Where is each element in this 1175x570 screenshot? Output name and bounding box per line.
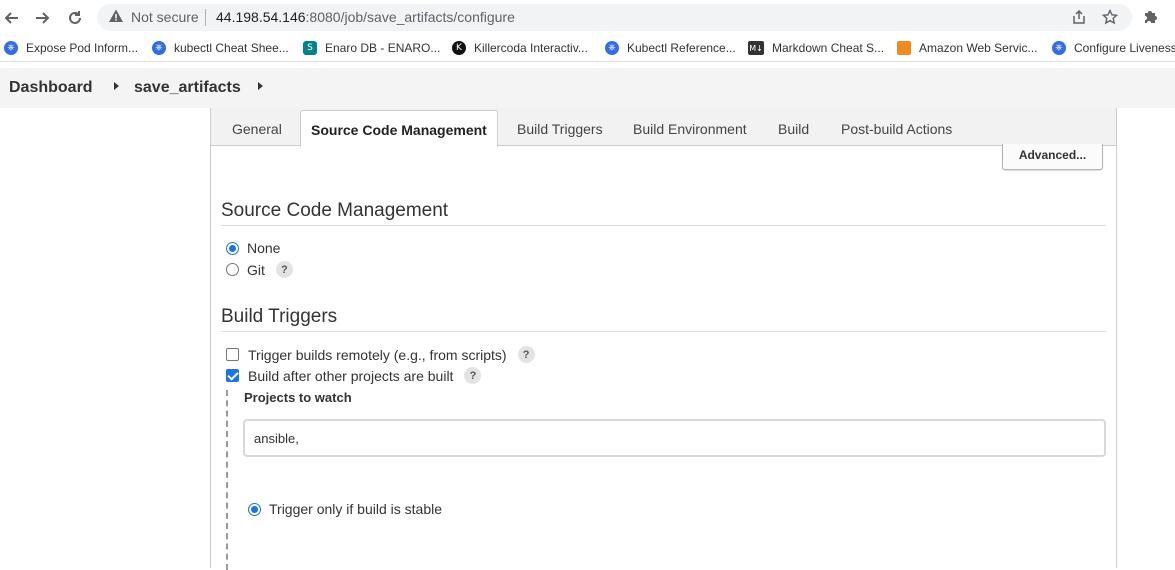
tab-post-build-actions[interactable]: Post-build Actions [841,121,952,137]
checkbox-unchecked[interactable] [226,348,239,361]
browser-toolbar: Not secure 44.198.54.146:8080/job/save_a… [0,0,1175,35]
share-icon[interactable] [1070,8,1088,26]
radio-selected[interactable] [226,241,239,255]
checkbox-label: Build after other projects are built [248,367,454,384]
advanced-button[interactable]: Advanced... [1002,144,1103,170]
tab-build-environment[interactable]: Build Environment [633,121,747,137]
bookmark-item[interactable]: ⎈ Kubectl Reference... [605,41,736,55]
bookmark-item[interactable]: K Killercoda Interactiv... [452,41,588,55]
scm-option-none[interactable]: None [226,240,280,256]
section-divider [221,331,1106,332]
help-icon[interactable]: ? [517,346,535,363]
radio-label: None [247,240,281,256]
scm-section-title: Source Code Management [221,200,449,221]
kubernetes-icon: ⎈ [4,41,18,55]
trigger-stable-option[interactable]: Trigger only if build is stable [248,501,442,517]
chevron-right-icon[interactable] [258,82,263,90]
nested-options-indicator [226,390,228,570]
config-panel: General Source Code Management Build Tri… [210,108,1117,570]
omnibox-divider [205,9,206,26]
killercoda-icon: K [452,41,466,55]
bookmark-item[interactable]: ⎈ Configure Liveness... [1052,41,1175,55]
bookmark-item[interactable]: M↓ Markdown Cheat S... [748,41,884,55]
checkbox-checked[interactable] [226,369,239,382]
url-host: 44.198.54.146 [216,9,306,25]
sharepoint-icon: S [303,41,317,55]
bookmark-label: Enaro DB - ENARO... [325,41,441,55]
kubernetes-icon: ⎈ [152,41,166,55]
trigger-remote-option[interactable]: Trigger builds remotely (e.g., from scri… [226,346,535,363]
star-icon[interactable] [1101,8,1119,26]
tab-build-triggers[interactable]: Build Triggers [517,121,603,137]
bookmark-item[interactable]: ⎈ Expose Pod Inform... [4,41,138,55]
back-arrow-icon[interactable] [0,6,24,30]
markdown-icon: M↓ [748,41,764,55]
breadcrumb: Dashboard save_artifacts [0,68,1175,108]
breadcrumb-dashboard[interactable]: Dashboard [9,79,93,97]
help-icon[interactable]: ? [464,367,482,384]
tab-source-code-management[interactable]: Source Code Management [300,110,498,147]
bookmark-label: Kubectl Reference... [627,41,736,55]
bookmark-label: Killercoda Interactiv... [474,41,588,55]
radio-selected[interactable] [248,502,261,516]
bookmark-item[interactable]: Amazon Web Servic... [897,41,1038,55]
url-text[interactable]: 44.198.54.146:8080/job/save_artifacts/co… [216,9,515,25]
projects-to-watch-input[interactable] [243,419,1106,457]
aws-icon [897,41,911,55]
checkbox-label: Trigger builds remotely (e.g., from scri… [248,346,507,363]
extensions-icon[interactable] [1141,8,1159,26]
bookmark-item[interactable]: ⎈ kubectl Cheat Shee... [152,41,289,55]
bookmark-label: Expose Pod Inform... [26,41,139,55]
warning-icon [109,9,123,22]
bookmark-label: Configure Liveness... [1074,41,1175,55]
section-divider [221,225,1106,226]
tab-general[interactable]: General [232,121,282,137]
bookmark-label: Markdown Cheat S... [772,41,885,55]
bookmark-item[interactable]: S Enaro DB - ENARO... [303,41,440,55]
config-tabs: General Source Code Management Build Tri… [211,108,1116,147]
projects-to-watch-label: Projects to watch [244,390,352,405]
build-after-other-option[interactable]: Build after other projects are built ? [226,367,482,384]
chevron-right-icon[interactable] [114,82,119,90]
reload-icon[interactable] [63,6,87,30]
scm-option-git[interactable]: Git ? [226,261,293,278]
bookmarks-bar: ⎈ Expose Pod Inform... ⎈ kubectl Cheat She… [0,37,1175,62]
radio-unselected[interactable] [226,263,239,276]
breadcrumb-job[interactable]: save_artifacts [134,79,241,97]
tab-build[interactable]: Build [778,121,809,137]
radio-label: Git [247,261,265,278]
bookmark-label: kubectl Cheat Shee... [174,41,289,55]
help-icon[interactable]: ? [275,261,293,278]
kubernetes-icon: ⎈ [605,41,619,55]
forward-arrow-icon[interactable] [30,6,54,30]
kubernetes-icon: ⎈ [1052,41,1066,55]
url-path: :8080/job/save_artifacts/configure [305,9,515,25]
build-triggers-section-title: Build Triggers [221,306,338,327]
radio-label: Trigger only if build is stable [269,501,443,517]
bookmark-label: Amazon Web Servic... [919,41,1038,55]
not-secure-label: Not secure [131,9,199,25]
